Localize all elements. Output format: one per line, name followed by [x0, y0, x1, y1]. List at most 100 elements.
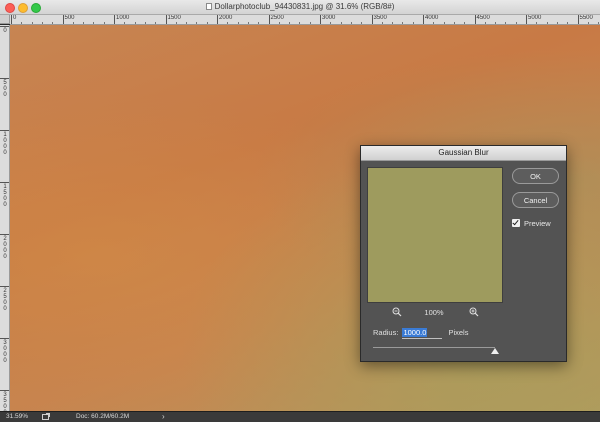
- ruler-major-tick: [0, 78, 9, 79]
- gaussian-blur-dialog: Gaussian Blur 100% OK Cancel Preview Rad…: [360, 145, 567, 362]
- ruler-label: 3500: [373, 15, 387, 21]
- blur-preview[interactable]: [367, 167, 503, 303]
- ruler-minor-tick: [402, 22, 404, 24]
- ruler-label: 1500: [167, 15, 181, 21]
- zoom-out-icon[interactable]: [392, 307, 402, 317]
- ruler-label: 5500: [579, 15, 593, 21]
- document-icon: [205, 3, 212, 10]
- ruler-label: 1 5 0 0: [3, 184, 7, 208]
- ruler-minor-tick: [289, 22, 291, 24]
- ruler-minor-tick: [237, 22, 239, 24]
- ruler-minor-tick: [598, 22, 600, 24]
- zoom-in-icon[interactable]: [469, 307, 479, 317]
- ruler-major-tick: [0, 130, 9, 131]
- ruler-minor-tick: [330, 22, 332, 24]
- ruler-minor-tick: [495, 22, 497, 24]
- ok-button[interactable]: OK: [512, 168, 559, 184]
- ruler-minor-tick: [155, 22, 157, 24]
- ruler-minor-tick: [484, 22, 486, 24]
- dialog-title: Gaussian Blur: [361, 146, 566, 161]
- ruler-label: 5000: [528, 15, 542, 21]
- ruler-label: 4000: [425, 15, 439, 21]
- ruler-label: 2500: [270, 15, 284, 21]
- ruler-minor-tick: [443, 22, 445, 24]
- radius-value: 1000.0: [402, 328, 428, 337]
- ruler-label: 2 0 0 0: [3, 236, 7, 260]
- ruler-label: 3000: [322, 15, 336, 21]
- ruler-minor-tick: [361, 22, 363, 24]
- ruler-minor-tick: [103, 22, 105, 24]
- ruler-label: 0: [3, 28, 7, 34]
- ruler-minor-tick: [134, 22, 136, 24]
- ruler-minor-tick: [340, 22, 342, 24]
- ruler-minor-tick: [536, 22, 538, 24]
- ruler-minor-tick: [515, 22, 517, 24]
- ruler-minor-tick: [464, 22, 466, 24]
- ruler-minor-tick: [309, 22, 311, 24]
- radius-label: Radius:: [373, 328, 399, 337]
- ruler-minor-tick: [206, 22, 208, 24]
- ruler-major-tick: [0, 234, 9, 235]
- ruler-major-tick: [0, 338, 9, 339]
- ruler-minor-tick: [505, 22, 507, 24]
- zoom-level[interactable]: 31.59%: [6, 412, 28, 422]
- ruler-major-tick: [0, 26, 9, 27]
- window-titlebar: Dollarphotoclub_94430831.jpg @ 31.6% (RG…: [0, 0, 600, 15]
- ruler-minor-tick: [350, 22, 352, 24]
- ruler-origin[interactable]: [0, 15, 10, 24]
- status-menu-chevron-icon[interactable]: ›: [162, 412, 165, 422]
- ruler-label: 2000: [219, 15, 233, 21]
- radius-slider-thumb[interactable]: [491, 348, 499, 354]
- ruler-label: 0: [13, 15, 17, 21]
- ruler-minor-tick: [392, 22, 394, 24]
- ruler-minor-tick: [52, 22, 54, 24]
- ruler-minor-tick: [21, 22, 23, 24]
- ruler-minor-tick: [433, 22, 435, 24]
- status-bar: 31.59% Doc: 60.2M/60.2M ›: [0, 411, 600, 422]
- ruler-vertical[interactable]: 0 5 0 0 1 0 0 0 1 5 0 0 2 0 0 0 2 5 0 0 3 0 0 …: [0, 25, 10, 411]
- radius-row: Radius: 1000.0 Pixels: [373, 327, 468, 339]
- ruler-label: 500: [64, 15, 75, 21]
- ruler-major-tick: [0, 182, 9, 183]
- ruler-minor-tick: [587, 22, 589, 24]
- ruler-minor-tick: [124, 22, 126, 24]
- ruler-major-tick: [0, 286, 9, 287]
- ruler-label: 1 0 0 0: [3, 132, 7, 156]
- preview-option[interactable]: Preview: [512, 219, 551, 228]
- ruler-horizontal[interactable]: 0 500 1000 1500 2000 2500 3000 3500 4000 4500 5000…: [10, 15, 600, 25]
- document-size-info: Doc: 60.2M/60.2M: [76, 413, 130, 420]
- preview-checkbox[interactable]: [512, 219, 520, 227]
- ruler-label: 3 0 0 0: [3, 340, 7, 364]
- ruler-minor-tick: [175, 22, 177, 24]
- ruler-minor-tick: [144, 22, 146, 24]
- ruler-label: 2 5 0 0: [3, 288, 7, 312]
- ruler-minor-tick: [453, 22, 455, 24]
- ruler-minor-tick: [31, 22, 33, 24]
- radius-units: Pixels: [448, 328, 469, 337]
- cancel-button[interactable]: Cancel: [512, 192, 559, 208]
- ruler-minor-tick: [93, 22, 95, 24]
- preview-zoom-percent: 100%: [424, 308, 444, 317]
- window-title: Dollarphotoclub_94430831.jpg @ 31.6% (RG…: [214, 2, 395, 11]
- ruler-minor-tick: [83, 22, 85, 24]
- radius-input[interactable]: 1000.0: [402, 327, 443, 339]
- ruler-minor-tick: [196, 22, 198, 24]
- radius-slider[interactable]: [373, 347, 495, 348]
- ruler-minor-tick: [381, 22, 383, 24]
- ruler-minor-tick: [72, 22, 74, 24]
- ruler-major-tick: [0, 390, 9, 391]
- ruler-minor-tick: [227, 22, 229, 24]
- ruler-label: 4500: [476, 15, 490, 21]
- ruler-minor-tick: [247, 22, 249, 24]
- ruler-minor-tick: [299, 22, 301, 24]
- ruler-minor-tick: [567, 22, 569, 24]
- ruler-label: 3 5 0 0: [3, 392, 7, 411]
- ruler-minor-tick: [278, 22, 280, 24]
- share-icon[interactable]: [42, 413, 50, 420]
- ruler-label: 5 0 0: [3, 80, 7, 98]
- ruler-minor-tick: [556, 22, 558, 24]
- ruler-minor-tick: [412, 22, 414, 24]
- ruler-minor-tick: [186, 22, 188, 24]
- ruler-minor-tick: [258, 22, 260, 24]
- preview-label: Preview: [524, 219, 551, 228]
